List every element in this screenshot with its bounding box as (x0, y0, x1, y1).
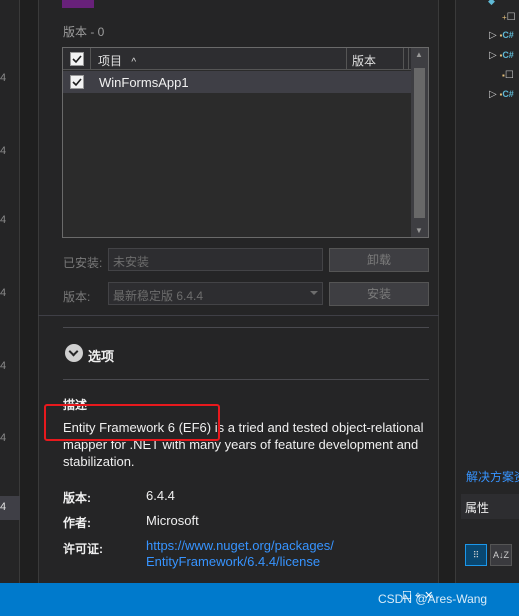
column-header-version[interactable]: 版本 (346, 48, 404, 70)
chevron-down-icon (310, 291, 318, 295)
line-number: 4 (0, 145, 7, 157)
selected-line-number: 4 (0, 501, 7, 513)
options-divider (63, 327, 429, 328)
tree-item[interactable]: ▪☐ (502, 70, 514, 81)
project-list-scrollbar[interactable]: ▲ ▼ (411, 48, 428, 237)
meta-author-value: Microsoft (146, 513, 199, 528)
version-select[interactable]: 最新稳定版 6.4.4 (108, 282, 323, 305)
license-link[interactable]: https://www.nuget.org/packages/ EntityFr… (146, 538, 334, 570)
version-label: 版本: (63, 290, 91, 304)
highlight-annotation-box (44, 404, 220, 441)
left-editor-strip: 4 4 4 4 4 4 4 (0, 0, 20, 583)
project-row[interactable]: WinFormsApp1 (63, 71, 411, 93)
project-list-header: 项目 ^ 版本 (63, 48, 428, 70)
select-all-cell[interactable] (63, 48, 91, 70)
categorized-view-icon[interactable]: ⠿ (465, 544, 487, 566)
solution-explorer-tab[interactable]: 解决方案资 (466, 468, 519, 485)
tree-item[interactable]: ▷ ▪C# (489, 89, 514, 100)
column-project-label: 项目 (98, 54, 123, 68)
description-divider (63, 379, 429, 380)
project-checkbox[interactable] (70, 75, 84, 89)
line-number: 4 (0, 432, 7, 444)
line-number: 4 (0, 72, 7, 84)
project-list[interactable]: 项目 ^ 版本 WinFormsApp1 ▲ ▼ (62, 47, 429, 238)
properties-toolbar: ⠿ A↓Z (461, 540, 519, 570)
scroll-down-arrow-icon[interactable]: ▼ (415, 226, 423, 235)
line-number: 4 (0, 360, 7, 372)
installed-label: 已安装: (63, 256, 103, 270)
tree-item[interactable]: ▷ ▪C# (489, 50, 514, 61)
meta-version-label: 版本: (63, 491, 91, 505)
meta-license-label: 许可证: (63, 542, 103, 556)
scrollbar-thumb[interactable] (414, 68, 425, 218)
properties-title: 属性 (465, 501, 490, 515)
install-button[interactable]: 安装 (329, 282, 429, 306)
selected-line[interactable]: 4 (0, 496, 20, 520)
uninstall-button[interactable]: 卸载 (329, 248, 429, 272)
package-icon (62, 0, 94, 8)
line-number: 4 (0, 214, 7, 226)
license-link-line2[interactable]: EntityFramework/6.4.4/license (146, 554, 334, 570)
properties-header: 属性 (461, 494, 519, 519)
select-all-checkbox[interactable] (70, 52, 84, 66)
tree-item[interactable]: ▷ ▪C# (489, 30, 514, 41)
sort-ascending-icon: ^ (131, 57, 137, 68)
expand-options-icon[interactable] (65, 344, 83, 362)
versions-section-title: 版本 - 0 (63, 25, 105, 39)
license-link-line1[interactable]: https://www.nuget.org/packages/ (146, 538, 334, 554)
meta-author-label: 作者: (63, 516, 91, 530)
options-toggle-label[interactable]: 选项 (88, 346, 114, 365)
check-icon (72, 55, 82, 64)
section-divider (38, 315, 439, 316)
check-icon (72, 78, 82, 87)
tree-item[interactable]: +☐ (502, 12, 516, 23)
project-name: WinFormsApp1 (99, 75, 189, 90)
tree-item[interactable]: ◆ (488, 0, 495, 7)
line-number: 4 (0, 287, 7, 299)
version-select-value: 最新稳定版 6.4.4 (113, 289, 204, 303)
alphabetical-sort-icon[interactable]: A↓Z (490, 544, 512, 566)
meta-version-value: 6.4.4 (146, 488, 175, 503)
installed-version-field: 未安装 (108, 248, 323, 271)
watermark: CSDN @Ares-Wang (378, 592, 488, 606)
scroll-up-arrow-icon[interactable]: ▲ (415, 50, 423, 59)
column-version-label: 版本 (352, 54, 377, 68)
